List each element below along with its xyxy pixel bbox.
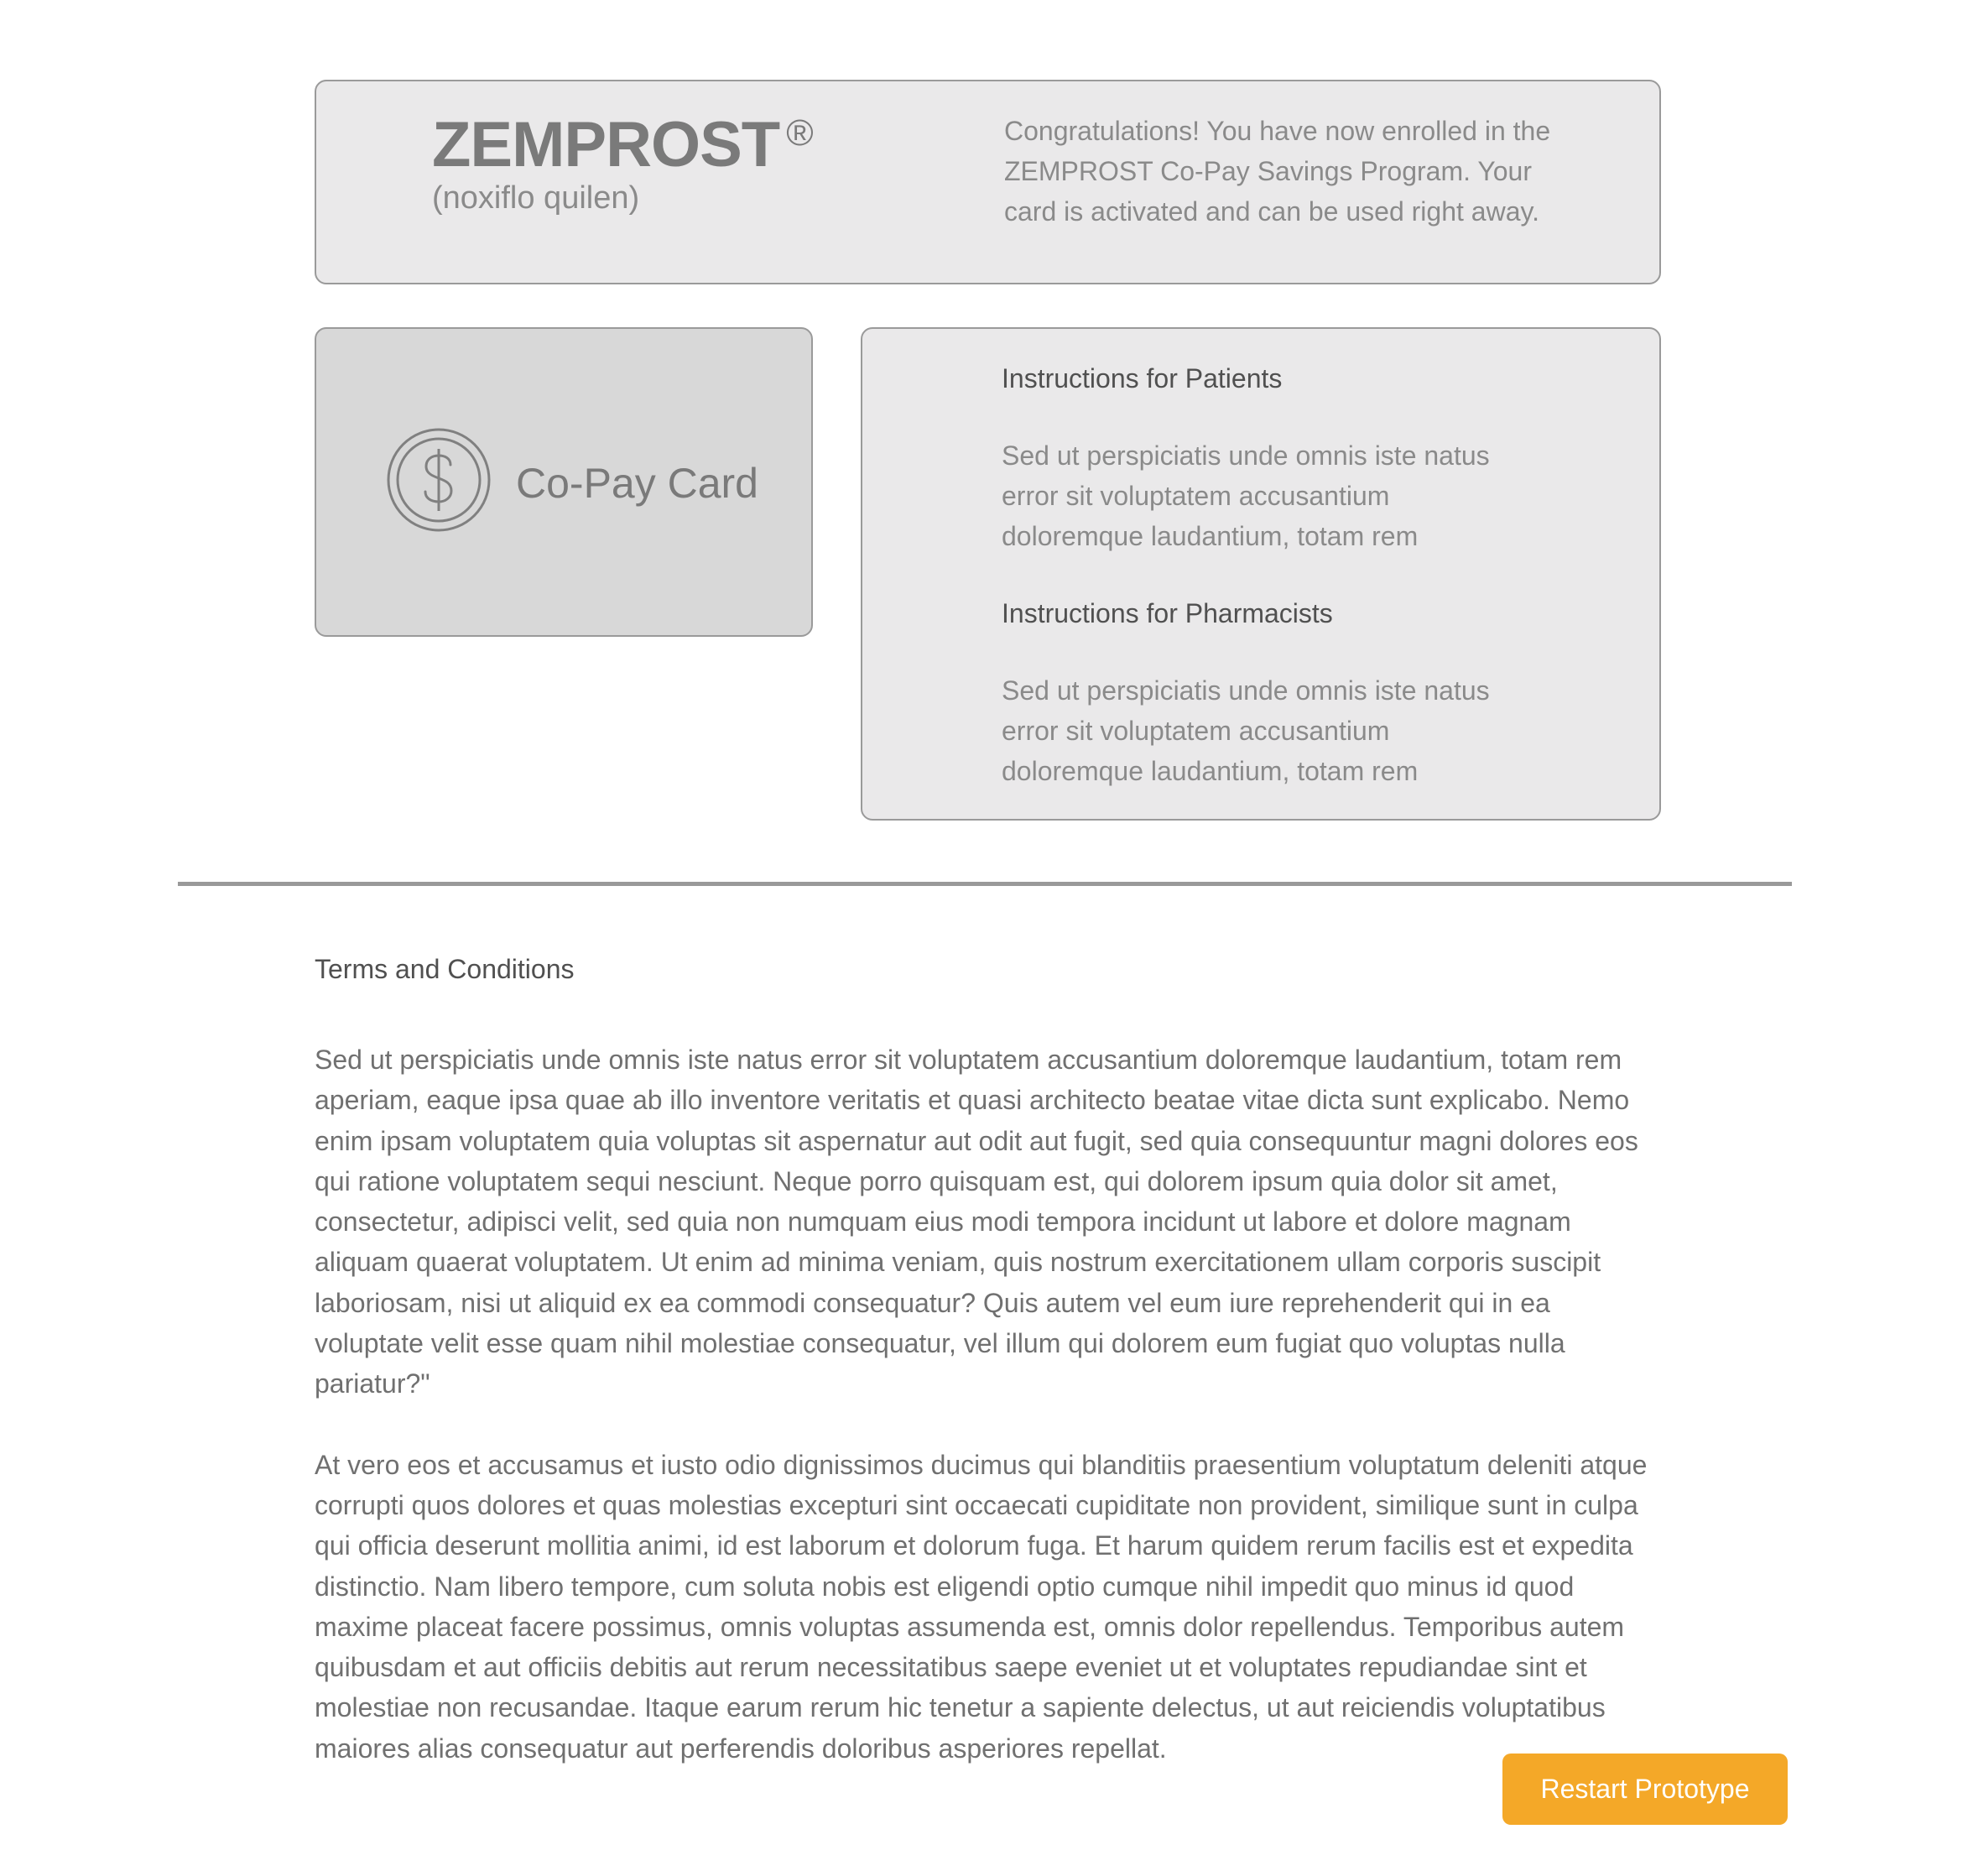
brand-generic-name: (noxiflo quilen) [432,180,640,216]
brand-block: ZEMPROST ® (noxiflo quilen) [432,112,814,216]
section-divider [178,882,1792,886]
terms-paragraph: Sed ut perspiciatis unde omnis iste natu… [315,1045,1638,1399]
terms-title: Terms and Conditions [315,954,575,984]
pharmacists-instructions-text: Sed ut perspiciatis unde omnis iste natu… [1002,675,1490,786]
brand-name-line: ZEMPROST ® [432,112,814,177]
registered-mark: ® [786,112,813,154]
dollar-coin-icon [387,428,491,532]
enrollment-message: Congratulations! You have now enrolled i… [1004,116,1551,227]
page: ZEMPROST ® (noxiflo quilen) Congratulatio… [0,0,1963,1876]
restart-prototype-button[interactable]: Restart Prototype [1502,1754,1788,1825]
patients-instructions-title: Instructions for Patients [1002,363,1283,393]
pharmacists-instructions-title: Instructions for Pharmacists [1002,598,1333,628]
brand-name: ZEMPROST [432,109,780,180]
instructions-panel: Instructions for Patients Sed ut perspic… [861,327,1661,821]
terms-paragraph: At vero eos et accusamus et iusto odio d… [315,1449,1648,1764]
terms-section: Terms and Conditions Sed ut perspiciatis… [315,949,1665,1809]
enrollment-header-panel: ZEMPROST ® (noxiflo quilen) Congratulatio… [315,80,1661,284]
copay-card-label: Co-Pay Card [516,460,758,507]
patients-instructions-text: Sed ut perspiciatis unde omnis iste natu… [1002,440,1490,551]
copay-card: Co-Pay Card [315,327,813,637]
